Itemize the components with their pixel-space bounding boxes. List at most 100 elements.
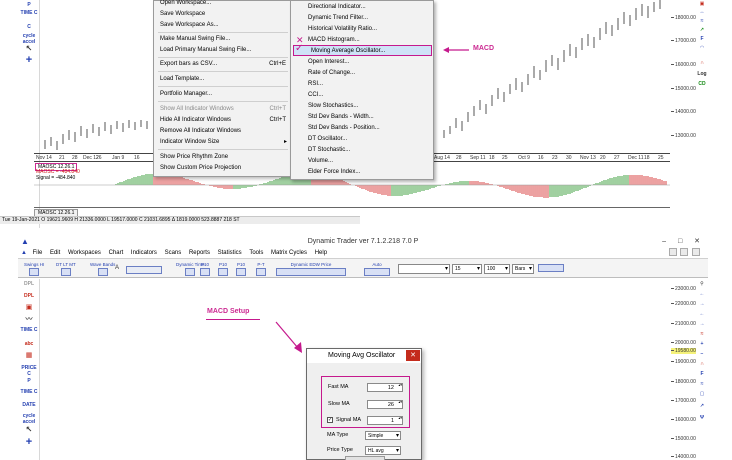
wave-tool-icon[interactable]: ≈: [696, 18, 708, 24]
menu-reports[interactable]: Reports: [189, 248, 210, 258]
menu-item-export-csv[interactable]: Export bars as CSV... Ctrl+E: [154, 59, 292, 70]
log-label-icon[interactable]: Log: [696, 71, 708, 77]
app-menu-icon[interactable]: ▲: [21, 250, 27, 256]
ma-type-select[interactable]: Simple: [365, 431, 401, 440]
time-c2-tool-icon[interactable]: TIME C: [20, 389, 38, 395]
menu-item-make-swing-file[interactable]: Make Manual Swing File...: [154, 34, 292, 45]
trend-tool-icon[interactable]: ↗: [696, 27, 708, 33]
menu-item-save-workspace-as[interactable]: Save Workspace As...: [154, 20, 292, 31]
menu-item-std-dev-position[interactable]: Std Dev Bands - Position...: [291, 123, 433, 134]
p-t-tool[interactable]: P-T: [256, 262, 266, 276]
cd-label-icon[interactable]: CD: [696, 81, 708, 87]
menu-edit[interactable]: Edit: [50, 248, 60, 258]
dpl-tool-icon[interactable]: DPL: [20, 281, 38, 287]
box-tool-icon[interactable]: ▢: [696, 391, 708, 397]
mdi-close-button[interactable]: [692, 248, 700, 257]
fib-tool-icon[interactable]: F: [696, 36, 708, 42]
symbol-dropdown[interactable]: [398, 264, 450, 274]
menu-item-open-interest[interactable]: Open Interest...: [291, 57, 433, 68]
menu-workspaces[interactable]: Workspaces: [68, 248, 101, 258]
menu-item-hide-indicator-windows[interactable]: Hide All Indicator Windows Ctrl+T: [154, 115, 292, 126]
indicator-icon[interactable]: ▣: [696, 1, 708, 7]
date-tool-icon[interactable]: DATE: [20, 402, 38, 408]
menu-help[interactable]: Help: [315, 248, 327, 258]
menu-item-volume[interactable]: Volume...: [291, 156, 433, 167]
arrow-right-icon[interactable]: →: [696, 321, 708, 327]
p-tool-icon[interactable]: P: [20, 378, 38, 384]
menu-item-slow-stochastics[interactable]: Slow Stochastics...: [291, 101, 433, 112]
menu-scans[interactable]: Scans: [165, 248, 182, 258]
price-chart-area[interactable]: [434, 0, 670, 153]
menu-item-elder-force-index[interactable]: Elder Force Index...: [291, 167, 433, 178]
signal-ma-spinner[interactable]: 1: [367, 416, 403, 425]
trend-tool-icon[interactable]: ↗: [696, 403, 708, 409]
maximize-button[interactable]: □: [678, 238, 687, 245]
menu-item-rsi[interactable]: RSI...: [291, 79, 433, 90]
cycle-accel-tool-icon[interactable]: cycle accel: [20, 413, 38, 425]
text-tool-icon[interactable]: P: [20, 2, 38, 8]
save-tool-icon[interactable]: ▣: [20, 304, 38, 311]
c-tool-icon[interactable]: C: [20, 24, 38, 30]
menu-statistics[interactable]: Statistics: [218, 248, 242, 258]
menu-indicators[interactable]: Indicators: [131, 248, 157, 258]
slow-ma-spinner[interactable]: 26: [367, 400, 403, 409]
magnet-icon[interactable]: ∩: [696, 361, 708, 367]
menu-matrix-cycles[interactable]: Matrix Cycles: [271, 248, 307, 258]
interval-dropdown[interactable]: 15: [452, 264, 482, 274]
wave-tool-icon[interactable]: ≈: [696, 381, 708, 387]
menu-item-portfolio-manager[interactable]: Portfolio Manager...: [154, 89, 292, 100]
p10-tool-c[interactable]: P10: [236, 262, 246, 276]
menu-chart[interactable]: Chart: [109, 248, 124, 258]
menu-item-historical-volatility[interactable]: Historical Volatility Ratio...: [291, 24, 433, 35]
grid-tool-icon[interactable]: ▦: [20, 352, 38, 359]
new-chart-button[interactable]: [126, 265, 162, 274]
time-tool-icon[interactable]: TIME C: [20, 10, 38, 16]
crosshair-icon[interactable]: +: [20, 437, 38, 448]
menu-file[interactable]: File: [33, 248, 43, 258]
menu-item-moving-average-oscillator[interactable]: Moving Average Oscillator...: [293, 45, 432, 56]
menu-item-cci[interactable]: CCI...: [291, 90, 433, 101]
ok-button[interactable]: [345, 456, 385, 460]
wave-bands-tool[interactable]: Wave Bands: [90, 262, 115, 276]
layout-buttons[interactable]: [538, 264, 564, 272]
arrow-right-icon[interactable]: →: [696, 301, 708, 307]
menu-item-dt-oscillator[interactable]: DT Oscillator...: [291, 134, 433, 145]
zoom-icon[interactable]: ⚲: [696, 281, 708, 287]
signal-ma-checkbox[interactable]: ✓: [327, 417, 333, 423]
menu-item-custom-price-projection[interactable]: Show Custom Price Projection: [154, 163, 292, 174]
menu-item-rate-of-change[interactable]: Rate of Change...: [291, 68, 433, 79]
a-tool[interactable]: A: [115, 265, 119, 271]
dt-lt-mt-tool[interactable]: DT LT MT: [56, 262, 76, 276]
price-type-select[interactable]: HL avg: [365, 446, 401, 455]
close-window-button[interactable]: ✕: [694, 238, 705, 245]
auto-tool[interactable]: Auto: [364, 262, 390, 276]
bars-dropdown[interactable]: Bars: [512, 264, 534, 274]
magnet-icon[interactable]: ∩: [696, 60, 708, 66]
menu-item-remove-indicator-windows[interactable]: Remove All Indicator Windows: [154, 126, 292, 137]
menu-item-price-rhythm-zone[interactable]: Show Price Rhythm Zone: [154, 152, 292, 163]
draw-tool-icon[interactable]: ≈: [696, 331, 708, 337]
wave-draw-icon[interactable]: 〰: [20, 316, 38, 323]
dialog-close-button[interactable]: ✕: [406, 350, 420, 361]
mdi-restore-button[interactable]: [680, 248, 689, 257]
menu-item-directional-indicator[interactable]: Directional Indicator...: [291, 2, 433, 13]
menu-item-dt-stochastic[interactable]: DT Stochastic...: [291, 145, 433, 156]
bar-count-dropdown[interactable]: 100: [484, 264, 510, 274]
minimize-button[interactable]: –: [662, 238, 671, 245]
pointer-icon[interactable]: ↖: [20, 45, 38, 53]
fast-ma-spinner[interactable]: 12: [367, 383, 403, 392]
zoom-out-icon[interactable]: −: [696, 351, 708, 357]
arrow-left-icon[interactable]: ←: [696, 311, 708, 317]
fork-tool-icon[interactable]: Ψ: [696, 415, 708, 421]
abc-tool-icon[interactable]: abc: [20, 341, 38, 347]
swings-hi-tool[interactable]: Swings HI: [24, 262, 44, 276]
dpl-red-tool-icon[interactable]: DPL: [20, 293, 38, 299]
pointer-icon[interactable]: ↖: [20, 426, 38, 434]
menu-item-save-workspace[interactable]: Save Workspace: [154, 9, 292, 20]
menu-item-load-template[interactable]: Load Template...: [154, 74, 292, 85]
menu-tools[interactable]: Tools: [249, 248, 263, 258]
menu-item-open-workspace[interactable]: Open Workspace...: [154, 0, 292, 9]
zoom-in-icon[interactable]: +: [696, 341, 708, 347]
crosshair-icon[interactable]: +: [20, 55, 38, 66]
mdi-minimize-button[interactable]: [668, 248, 677, 257]
